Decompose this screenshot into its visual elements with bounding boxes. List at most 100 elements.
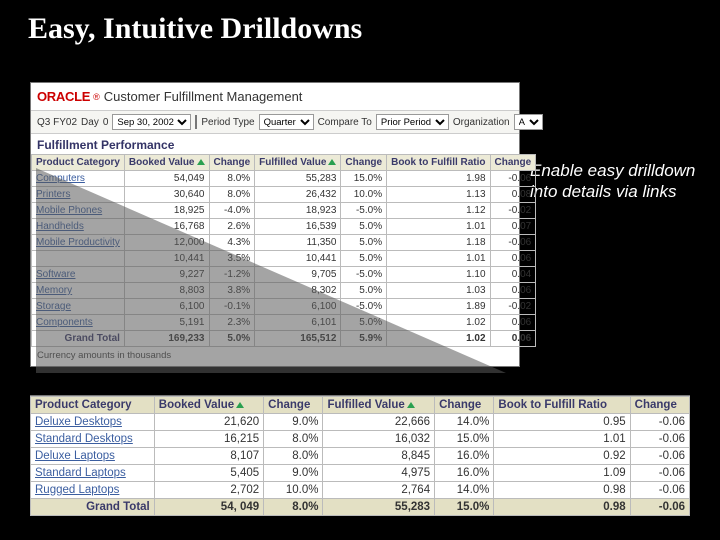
ratio-cell: 1.01	[387, 251, 490, 267]
fulfilled-change-cell: 14.0%	[435, 414, 494, 431]
category-cell: Computers	[32, 171, 125, 187]
booked-change-cell: 2.3%	[209, 315, 255, 331]
drilldown-link[interactable]: Standard Desktops	[35, 433, 133, 445]
date-select[interactable]: Sep 30, 2002	[112, 114, 191, 130]
total-fulfilled-value: 165,512	[255, 331, 341, 347]
fulfilled-value-cell: 6,100	[255, 299, 341, 315]
drilldown-link[interactable]: Deluxe Desktops	[35, 416, 122, 428]
col-product-category[interactable]: Product Category	[31, 397, 155, 414]
ratio-change-cell: -0.06	[630, 448, 689, 465]
col-ratio-change[interactable]: Change	[490, 155, 536, 171]
drilldown-link[interactable]: Mobile Productivity	[36, 237, 120, 248]
drilldown-link[interactable]: Deluxe Laptops	[35, 450, 115, 462]
col-booked-value[interactable]: Booked Value	[154, 397, 263, 414]
col-fulfilled-value[interactable]: Fulfilled Value	[255, 155, 341, 171]
drilldown-link[interactable]: Handhelds	[36, 221, 84, 232]
drilldown-link[interactable]: Memory	[36, 285, 72, 296]
fulfilled-change-cell: 5.0%	[341, 315, 387, 331]
ratio-cell: 1.18	[387, 235, 490, 251]
ratio-cell: 1.89	[387, 299, 490, 315]
col-product-category[interactable]: Product Category	[32, 155, 125, 171]
col-fulfilled-change[interactable]: Change	[435, 397, 494, 414]
booked-change-cell: 10.0%	[264, 482, 323, 499]
drilldown-link[interactable]: Rugged Laptops	[35, 484, 119, 496]
category-cell: Rugged Laptops	[31, 482, 155, 499]
compare-select[interactable]: Prior Period	[376, 114, 449, 130]
filter-bar: Q3 FY02 Day 0 Sep 30, 2002 Period Type Q…	[31, 111, 519, 134]
drilldown-link[interactable]: Standard Laptops	[35, 467, 126, 479]
drilldown-link[interactable]: Components	[36, 317, 93, 328]
total-booked-change: 5.0%	[209, 331, 255, 347]
fulfilled-value-cell: 26,432	[255, 187, 341, 203]
total-fulfilled-change: 15.0%	[435, 499, 494, 516]
booked-value-cell: 8,803	[124, 283, 209, 299]
organization-label: Organization	[453, 117, 510, 128]
col-ratio[interactable]: Book to Fulfill Ratio	[494, 397, 630, 414]
ratio-change-cell: -0.02	[490, 203, 536, 219]
ratio-change-cell: -0.06	[630, 414, 689, 431]
sort-asc-icon	[407, 402, 415, 408]
category-cell: Storage	[32, 299, 125, 315]
ratio-change-cell: -0.06	[630, 431, 689, 448]
fulfilled-value-cell: 8,845	[323, 448, 435, 465]
ratio-cell: 1.03	[387, 283, 490, 299]
booked-change-cell: -0.1%	[209, 299, 255, 315]
total-fulfilled-change: 5.9%	[341, 331, 387, 347]
total-booked-value: 169,233	[124, 331, 209, 347]
booked-value-cell: 30,640	[124, 187, 209, 203]
col-fulfilled-change[interactable]: Change	[341, 155, 387, 171]
booked-value-cell: 5,405	[154, 465, 263, 482]
period-type-select[interactable]: Quarter	[259, 114, 314, 130]
category-cell: Mobile Productivity	[32, 235, 125, 251]
drilldown-link[interactable]: Software	[36, 269, 75, 280]
drilldown-link[interactable]: Storage	[36, 301, 71, 312]
table-row: Standard Laptops5,4059.0%4,97516.0%1.09-…	[31, 465, 690, 482]
booked-value-cell: 21,620	[154, 414, 263, 431]
app-window: ORACLE® Customer Fulfillment Management …	[30, 82, 520, 367]
category-cell: Printers	[32, 187, 125, 203]
ratio-change-cell: -0.06	[490, 171, 536, 187]
category-cell: Deluxe Desktops	[31, 414, 155, 431]
booked-change-cell: -4.0%	[209, 203, 255, 219]
fulfilled-value-cell: 16,539	[255, 219, 341, 235]
ratio-change-cell: 0.04	[490, 267, 536, 283]
table-row: Storage6,100-0.1%6,100-5.0%1.89-0.02	[32, 299, 536, 315]
fulfilled-change-cell: 5.0%	[341, 219, 387, 235]
drilldown-link[interactable]: Mobile Phones	[36, 205, 102, 216]
col-ratio-change[interactable]: Change	[630, 397, 689, 414]
col-booked-value[interactable]: Booked Value	[124, 155, 209, 171]
ratio-change-cell: -0.06	[490, 235, 536, 251]
drilldown-link[interactable]: Printers	[36, 189, 70, 200]
fulfilled-value-cell: 2,764	[323, 482, 435, 499]
col-booked-change[interactable]: Change	[209, 155, 255, 171]
col-fulfilled-value[interactable]: Fulfilled Value	[323, 397, 435, 414]
col-booked-change[interactable]: Change	[264, 397, 323, 414]
fulfilled-change-cell: -5.0%	[341, 299, 387, 315]
section-title: Fulfillment Performance	[31, 134, 519, 154]
table-header-row: Product Category Booked Value Change Ful…	[32, 155, 536, 171]
fulfilled-value-cell: 9,705	[255, 267, 341, 283]
ratio-cell: 1.98	[387, 171, 490, 187]
drilldown-link[interactable]: Computers	[36, 173, 85, 184]
table-header-row: Product Category Booked Value Change Ful…	[31, 397, 690, 414]
ratio-change-cell: -0.06	[630, 465, 689, 482]
table-row: Memory8,8033.8%8,3025.0%1.030.06	[32, 283, 536, 299]
app-header: ORACLE® Customer Fulfillment Management	[31, 83, 519, 111]
category-cell: Deluxe Laptops	[31, 448, 155, 465]
ratio-cell: 1.02	[387, 315, 490, 331]
booked-change-cell: 9.0%	[264, 465, 323, 482]
oracle-logo: ORACLE	[37, 89, 90, 104]
slide: Easy, Intuitive Drilldowns Enable easy d…	[0, 0, 720, 540]
category-cell: Components	[32, 315, 125, 331]
grand-total-row: Grand Total54, 0498.0%55,28315.0%0.98-0.…	[31, 499, 690, 516]
col-ratio[interactable]: Book to Fulfill Ratio	[387, 155, 490, 171]
fulfilled-change-cell: -5.0%	[341, 203, 387, 219]
booked-value-cell: 10,441	[124, 251, 209, 267]
organization-select[interactable]: A	[514, 114, 543, 130]
compare-label: Compare To	[318, 117, 372, 128]
total-ratio-change: 0.06	[490, 331, 536, 347]
app-title: Customer Fulfillment Management	[104, 89, 303, 104]
table-row: Standard Desktops16,2158.0%16,03215.0%1.…	[31, 431, 690, 448]
calendar-icon[interactable]	[195, 115, 197, 129]
fulfilled-change-cell: 16.0%	[435, 465, 494, 482]
